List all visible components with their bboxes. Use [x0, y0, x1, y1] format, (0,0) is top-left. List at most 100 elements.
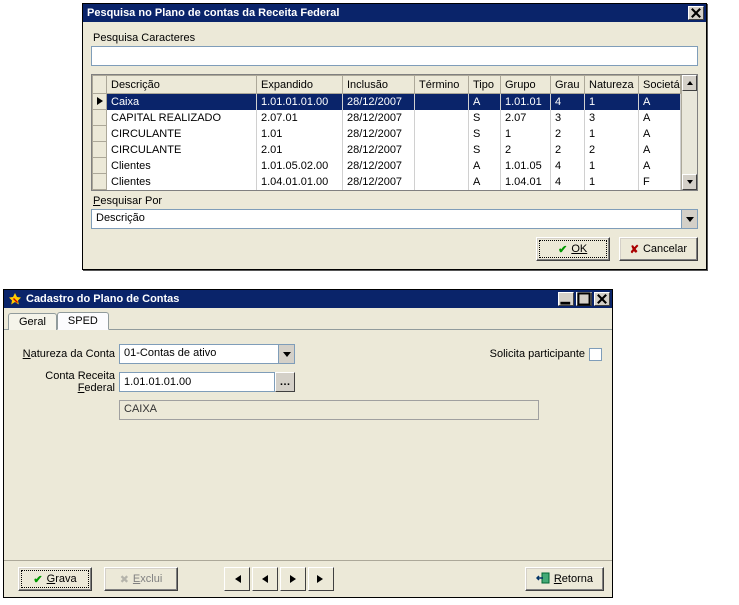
retorna-button[interactable]: Retorna — [525, 567, 604, 591]
cell: 1 — [585, 126, 639, 142]
table-row[interactable]: CIRCULANTE2.0128/12/2007S222A — [93, 142, 681, 158]
col-header[interactable]: Societária/Fiscal — [639, 76, 681, 94]
cell: 28/12/2007 — [343, 110, 415, 126]
col-header[interactable]: Inclusão — [343, 76, 415, 94]
cell: 4 — [551, 174, 585, 190]
cell: 1.01.05 — [501, 158, 551, 174]
cell: A — [469, 158, 501, 174]
searchby-select[interactable]: Descrição — [91, 209, 698, 229]
cell: CIRCULANTE — [107, 126, 257, 142]
conta-input[interactable] — [119, 372, 275, 392]
cell: 1.01.05.02.00 — [257, 158, 343, 174]
nav-first-button[interactable] — [224, 567, 250, 591]
search-title: Pesquisa no Plano de contas da Receita F… — [87, 7, 339, 19]
cell: A — [639, 126, 681, 142]
cell: 2.01 — [257, 142, 343, 158]
cell: 28/12/2007 — [343, 126, 415, 142]
grava-button[interactable]: ✔ Grava — [18, 567, 92, 591]
cell: 3 — [551, 110, 585, 126]
cell: CAPITAL REALIZADO — [107, 110, 257, 126]
close-button[interactable] — [594, 292, 610, 306]
scroll-down-button[interactable] — [682, 174, 697, 190]
cell: Clientes — [107, 158, 257, 174]
cell: 1 — [585, 174, 639, 190]
cell: 1.01.01 — [501, 94, 551, 110]
delete-icon: ✖ — [120, 573, 129, 586]
cell: 1 — [501, 126, 551, 142]
cell: 2.07.01 — [257, 110, 343, 126]
cell — [415, 94, 469, 110]
cadastro-title: Cadastro do Plano de Contas — [26, 293, 179, 305]
results-grid: DescriçãoExpandidoInclusãoTérminoTipoGru… — [91, 74, 698, 191]
searchby-dropdown-button[interactable] — [681, 210, 697, 228]
exclui-button: ✖ Exclui — [104, 567, 178, 591]
cell — [415, 174, 469, 190]
grid-scrollbar[interactable] — [681, 75, 697, 190]
table-row[interactable]: CIRCULANTE1.0128/12/2007S121A — [93, 126, 681, 142]
cell: 28/12/2007 — [343, 158, 415, 174]
table-row[interactable]: CAPITAL REALIZADO2.07.0128/12/2007S2.073… — [93, 110, 681, 126]
results-table[interactable]: DescriçãoExpandidoInclusãoTérminoTipoGru… — [92, 75, 681, 190]
tab-sped[interactable]: SPED — [57, 312, 109, 330]
cadastro-titlebar[interactable]: Cadastro do Plano de Contas — [4, 290, 612, 308]
search-dialog: Pesquisa no Plano de contas da Receita F… — [82, 3, 707, 270]
solicita-label: Solicita participante — [490, 348, 585, 360]
table-row[interactable]: Clientes1.04.01.01.0028/12/2007A1.04.014… — [93, 174, 681, 190]
cell: S — [469, 110, 501, 126]
cell — [415, 110, 469, 126]
table-row[interactable]: Clientes1.01.05.02.0028/12/2007A1.01.054… — [93, 158, 681, 174]
maximize-button[interactable] — [576, 292, 592, 306]
cell: CIRCULANTE — [107, 142, 257, 158]
cell: 28/12/2007 — [343, 174, 415, 190]
cell: 1 — [585, 94, 639, 110]
nav-prev-button[interactable] — [252, 567, 278, 591]
search-close-button[interactable] — [688, 6, 704, 20]
cell: 1 — [585, 158, 639, 174]
cadastro-window: Cadastro do Plano de Contas Geral SPED N… — [3, 289, 613, 598]
cell: 28/12/2007 — [343, 94, 415, 110]
cell: 2 — [585, 142, 639, 158]
col-header[interactable]: Grupo — [501, 76, 551, 94]
col-header[interactable]: Expandido — [257, 76, 343, 94]
cell: 2 — [551, 126, 585, 142]
cell: A — [469, 94, 501, 110]
scroll-up-button[interactable] — [682, 75, 697, 91]
col-header[interactable]: Descrição — [107, 76, 257, 94]
app-icon — [8, 292, 22, 306]
tab-geral[interactable]: Geral — [8, 313, 57, 330]
cell: A — [639, 142, 681, 158]
cell: A — [639, 94, 681, 110]
search-titlebar[interactable]: Pesquisa no Plano de contas da Receita F… — [83, 4, 706, 22]
natureza-value: 01-Contas de ativo — [120, 345, 278, 363]
cell: 2.07 — [501, 110, 551, 126]
conta-lookup-button[interactable]: … — [275, 372, 295, 392]
check-icon: ✔ — [558, 243, 567, 256]
cell: A — [469, 174, 501, 190]
cell — [415, 126, 469, 142]
natureza-combo[interactable]: 01-Contas de ativo — [119, 344, 295, 364]
minimize-button[interactable] — [558, 292, 574, 306]
nav-last-button[interactable] — [308, 567, 334, 591]
natureza-label: Natureza da Conta — [14, 348, 119, 360]
cell: 3 — [585, 110, 639, 126]
col-header[interactable]: Natureza — [585, 76, 639, 94]
chars-label: Pesquisa Caracteres — [93, 32, 698, 44]
cell: 2 — [551, 142, 585, 158]
cell: 2 — [501, 142, 551, 158]
searchby-label: Pesquisar Por — [93, 195, 698, 207]
search-chars-input[interactable] — [91, 46, 698, 66]
natureza-dropdown-button[interactable] — [278, 345, 294, 363]
tabstrip: Geral SPED — [4, 308, 612, 330]
col-header[interactable]: Grau — [551, 76, 585, 94]
solicita-checkbox[interactable] — [589, 348, 602, 361]
col-header[interactable]: Tipo — [469, 76, 501, 94]
cell: 4 — [551, 94, 585, 110]
cell: S — [469, 142, 501, 158]
col-header[interactable]: Término — [415, 76, 469, 94]
sped-form: Natureza da Conta 01-Contas de ativo Sol… — [4, 330, 612, 560]
cell: Caixa — [107, 94, 257, 110]
table-row[interactable]: Caixa1.01.01.01.0028/12/2007A1.01.0141A — [93, 94, 681, 110]
cancel-button[interactable]: ✘ Cancelar — [619, 237, 698, 261]
ok-button[interactable]: ✔ OK — [536, 237, 610, 261]
nav-next-button[interactable] — [280, 567, 306, 591]
